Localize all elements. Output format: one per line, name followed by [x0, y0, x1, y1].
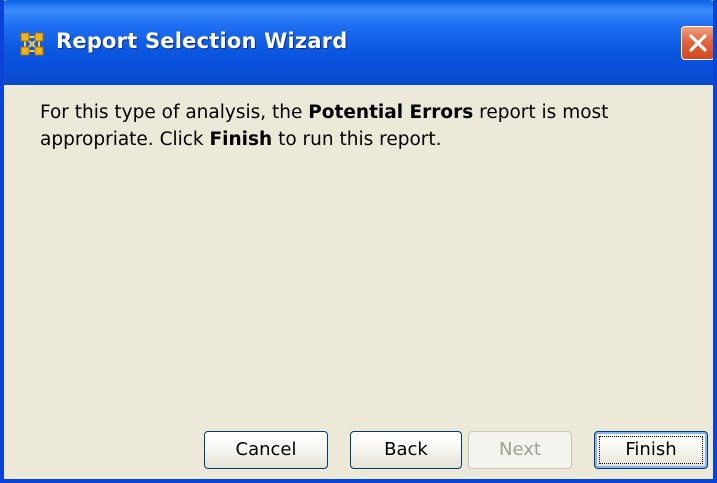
- close-button[interactable]: [681, 26, 713, 60]
- network-nodes-icon: [20, 32, 44, 56]
- finish-button-label: Finish: [625, 439, 677, 460]
- window-title: Report Selection Wizard: [56, 29, 348, 53]
- title-bar[interactable]: Report Selection Wizard: [4, 0, 713, 85]
- report-recommendation-message: For this type of analysis, the Potential…: [40, 99, 680, 153]
- cancel-button[interactable]: Cancel: [204, 431, 328, 469]
- dialog-content: For this type of analysis, the Potential…: [4, 85, 713, 479]
- message-text-3: to run this report.: [272, 129, 442, 150]
- finish-button[interactable]: Finish: [594, 431, 708, 469]
- message-text-1: For this type of analysis, the: [40, 102, 309, 123]
- finish-reference: Finish: [209, 129, 273, 150]
- report-selection-wizard-window: Report Selection Wizard For this type of…: [0, 0, 717, 483]
- back-button[interactable]: Back: [350, 431, 462, 469]
- report-name: Potential Errors: [308, 102, 474, 123]
- close-icon: [689, 34, 707, 52]
- next-button: Next: [468, 431, 572, 469]
